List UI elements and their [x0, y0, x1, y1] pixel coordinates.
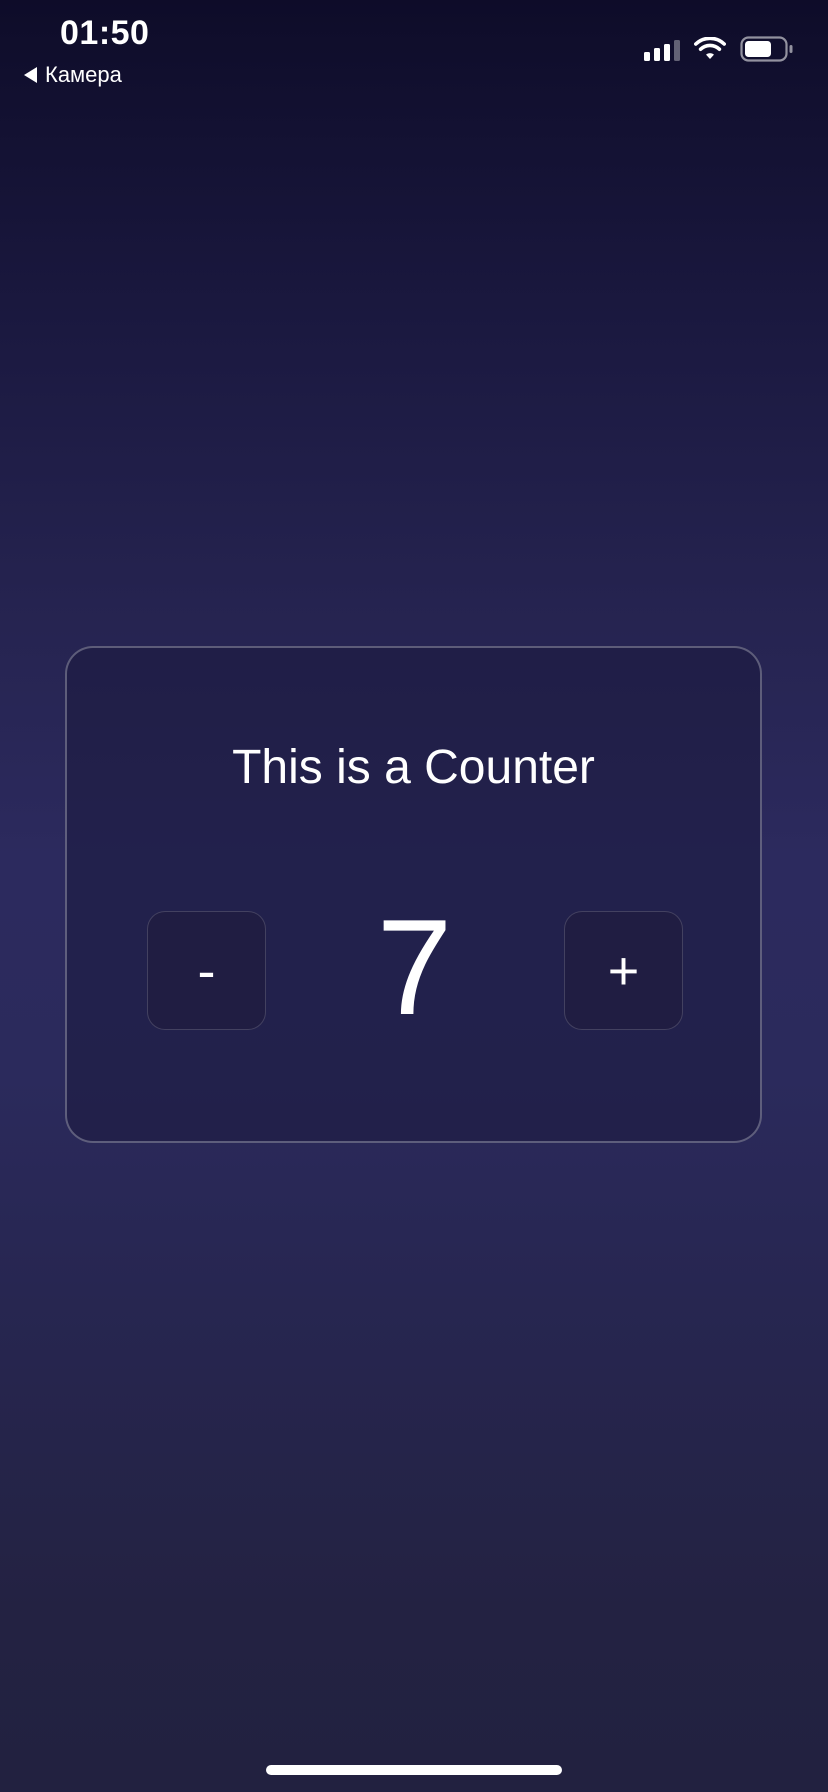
- counter-title: This is a Counter: [232, 741, 595, 794]
- status-time: 01:50: [60, 14, 150, 52]
- wifi-icon: [694, 37, 726, 59]
- counter-value: 7: [376, 891, 453, 1043]
- decrement-label: -: [197, 940, 216, 1001]
- cellular-signal-icon: [644, 37, 680, 61]
- decrement-button[interactable]: -: [147, 911, 266, 1030]
- increment-label: +: [607, 940, 640, 1001]
- back-arrow-icon: [24, 67, 37, 83]
- home-indicator[interactable]: [266, 1765, 562, 1775]
- back-link-label: Камера: [45, 62, 122, 87]
- increment-button[interactable]: +: [564, 911, 683, 1030]
- battery-icon: [740, 36, 793, 62]
- status-icons: [644, 36, 794, 62]
- back-to-camera-link[interactable]: Камера: [24, 62, 122, 88]
- counter-card: This is a Counter - 7 +: [65, 646, 762, 1143]
